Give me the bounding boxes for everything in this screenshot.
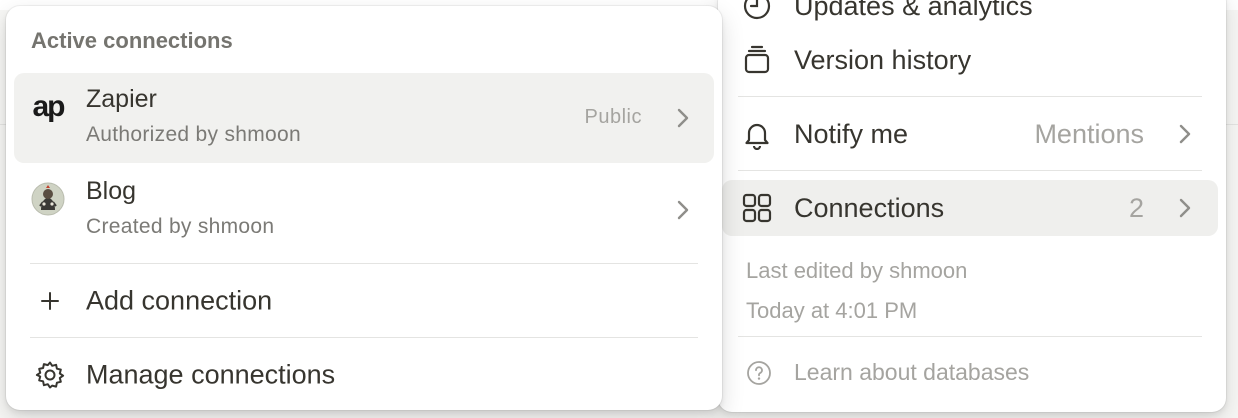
menu-divider [738, 170, 1202, 171]
chevron-right-icon [1176, 194, 1194, 222]
stack-icon [740, 43, 774, 77]
connections-submenu: Active connections ap Zapier Authorized … [6, 6, 722, 410]
menu-divider [738, 336, 1202, 337]
gear-icon [30, 355, 70, 395]
background-divider [1226, 124, 1238, 125]
connection-visibility-badge: Public [584, 106, 642, 128]
submenu-divider [30, 337, 698, 338]
help-icon [746, 360, 772, 386]
chevron-right-icon [674, 196, 692, 224]
action-label: Manage connections [86, 359, 336, 390]
connection-subtitle: Created by shmoon [86, 215, 275, 238]
manage-connections-button[interactable]: Manage connections [14, 345, 714, 405]
connection-name: Zapier [86, 85, 157, 113]
action-label: Add connection [86, 285, 273, 316]
submenu-divider [30, 263, 698, 264]
menu-item-version-history[interactable]: Version history [722, 32, 1218, 88]
plus-icon [30, 281, 70, 321]
page-options-menu: Updates & analytics Version history Noti… [718, 0, 1226, 412]
menu-item-label: Connections [794, 192, 945, 223]
submenu-heading: Active connections [31, 28, 233, 53]
menu-divider [738, 96, 1202, 97]
menu-item-notify-me[interactable]: Notify me Mentions [722, 106, 1218, 162]
last-edited-by: Last edited by shmoon [746, 258, 968, 283]
menu-item-label: Updates & analytics [794, 0, 1033, 21]
notify-value: Mentions [1034, 118, 1144, 149]
connection-subtitle: Authorized by shmoon [86, 123, 301, 146]
zapier-logo-icon: ap [32, 90, 65, 123]
chevron-right-icon [1176, 120, 1194, 148]
last-edited-time: Today at 4:01 PM [746, 298, 918, 323]
connections-count: 2 [1128, 192, 1144, 223]
menu-item-label: Version history [794, 44, 972, 75]
grid-icon [740, 191, 774, 225]
bell-icon [740, 117, 774, 151]
connection-name: Blog [86, 177, 137, 205]
add-connection-button[interactable]: Add connection [14, 271, 714, 331]
menu-item-updates-analytics[interactable]: Updates & analytics [722, 0, 1218, 34]
blog-avatar-icon [30, 182, 66, 216]
learn-link-label: Learn about databases [794, 359, 1030, 385]
connection-row-blog[interactable]: Blog Created by shmoon [14, 165, 714, 255]
chevron-right-icon [674, 104, 692, 132]
menu-item-label: Notify me [794, 118, 909, 149]
clock-icon [740, 0, 774, 23]
connection-row-zapier[interactable]: ap Zapier Authorized by shmoon Public [14, 73, 714, 163]
learn-about-databases-link[interactable]: Learn about databases [746, 359, 1029, 386]
menu-item-connections[interactable]: Connections 2 [722, 180, 1218, 236]
